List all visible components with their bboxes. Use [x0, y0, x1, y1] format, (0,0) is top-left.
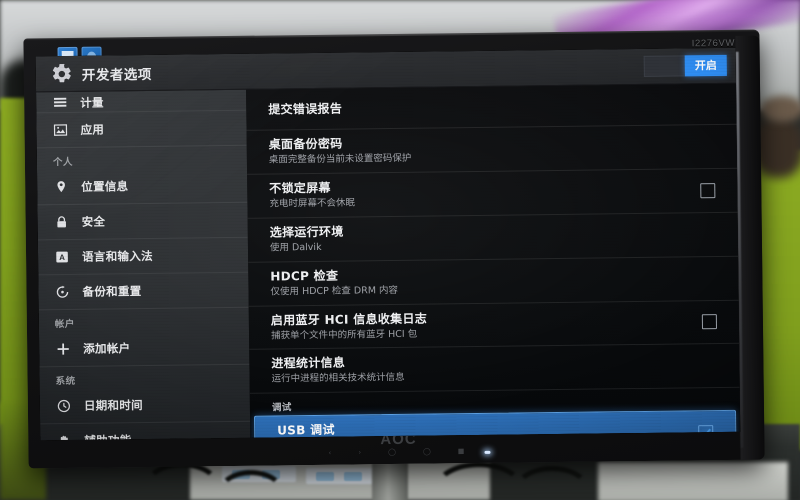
osd-button-menu[interactable]: ◯	[388, 448, 396, 456]
setting-row-process-stats[interactable]: 进程统计信息 运行中进程的相关技术统计信息	[249, 344, 740, 395]
monitor-osd-buttons[interactable]: ‹ › ◯ ◯ ■	[328, 447, 464, 457]
sidebar-item-label: 备份和重置	[82, 284, 142, 299]
row-subtitle: 充电时屏幕不会休眠	[269, 197, 356, 210]
row-control-none	[702, 140, 715, 153]
settings-app: 开发者选项 开启 计量 应用 个人 位置信息 安全 A 语言和输入法 备份和重置…	[35, 47, 741, 441]
row-subtitle: 桌面完整备份当前未设置密码保护	[268, 152, 412, 166]
osd-button-next[interactable]: ›	[358, 448, 361, 456]
monitor-screen: 开发者选项 开启 计量 应用 个人 位置信息 安全 A 语言和输入法 备份和重置…	[35, 47, 741, 441]
row-title: USB 调试	[277, 422, 335, 438]
row-subtitle: 仅使用 HDCP 检查 DRM 内容	[270, 284, 399, 298]
row-subtitle: 运行中进程的相关技术统计信息	[271, 372, 405, 385]
background-blur-object-right-2	[760, 96, 800, 122]
sidebar-item-label: 语言和输入法	[81, 248, 153, 264]
row-subtitle: 捕获单个文件中的所有蓝牙 HCI 包	[270, 328, 418, 342]
setting-row-hdcp-checking[interactable]: HDCP 检查 仅使用 HDCP 检查 DRM 内容	[248, 256, 739, 307]
developer-options-master-switch[interactable]: 开启	[643, 54, 727, 77]
lock-icon	[54, 214, 70, 230]
row-subtitle: 使用 Dalvik	[269, 241, 322, 254]
sidebar-item-label: 添加帐户	[83, 341, 131, 356]
photo-scene: I2276VWM AOC ‹ › ◯ ◯ ■ 开发者选项 开启 计量 应用 个人…	[0, 0, 800, 500]
sidebar-header-system: 系统	[55, 375, 76, 388]
accessibility-hand-icon	[56, 433, 72, 441]
switch-track	[643, 54, 685, 77]
row-control-none	[703, 272, 716, 285]
desk-white-panel-2	[598, 462, 788, 500]
osd-button-prev[interactable]: ‹	[328, 449, 331, 457]
power-socket-3	[316, 472, 334, 481]
plus-icon	[55, 341, 71, 357]
sidebar-item-label: 计量	[80, 95, 104, 110]
sidebar-item-label: 应用	[80, 122, 105, 137]
sidebar-item-label: 日期和时间	[83, 398, 143, 413]
location-pin-icon	[53, 179, 69, 195]
osd-button-power[interactable]: ■	[458, 447, 465, 455]
row-control-none	[704, 359, 717, 372]
sidebar-item-language-input[interactable]: A 语言和输入法	[37, 237, 249, 276]
apps-icon	[52, 122, 68, 138]
switch-label-on[interactable]: 开启	[684, 54, 727, 76]
row-control-none	[703, 228, 716, 241]
sidebar-item-apps[interactable]: 应用	[36, 110, 247, 149]
osd-button-input[interactable]: ◯	[423, 448, 431, 456]
sidebar-item-add-account[interactable]: 添加帐户	[38, 329, 250, 368]
setting-row-stay-awake[interactable]: 不锁定屏幕 充电时屏幕不会休眠	[247, 168, 738, 219]
monitor-body: I2276VWM AOC ‹ › ◯ ◯ ■ 开发者选项 开启 计量 应用 个人…	[23, 29, 765, 469]
backup-restore-icon	[54, 284, 70, 300]
sidebar-item-location[interactable]: 位置信息	[37, 167, 248, 206]
row-control-none	[701, 98, 714, 111]
setting-row-select-runtime[interactable]: 选择运行环境 使用 Dalvik	[247, 212, 739, 263]
settings-sidebar[interactable]: 计量 应用 个人 位置信息 安全 A 语言和输入法 备份和重置 帐户 添加帐户 …	[36, 89, 251, 441]
row-checkbox[interactable]	[698, 425, 714, 438]
svg-text:A: A	[59, 253, 65, 262]
sidebar-item-label: 辅助功能	[84, 432, 131, 440]
setting-row-desktop-backup-password[interactable]: 桌面备份密码 桌面完整备份当前未设置密码保护	[246, 124, 738, 175]
row-checkbox[interactable]	[701, 314, 718, 330]
sidebar-item-label: 位置信息	[81, 179, 129, 194]
monitor-stand	[372, 462, 408, 500]
power-led	[484, 450, 491, 454]
sidebar-item-backup-reset[interactable]: 备份和重置	[38, 272, 249, 311]
sidebar-header-accounts: 帐户	[54, 318, 75, 331]
sidebar-item-date-time[interactable]: 日期和时间	[39, 386, 251, 425]
sidebar-item-data-usage[interactable]: 计量	[36, 91, 247, 114]
sidebar-item-accessibility[interactable]: 辅助功能	[40, 421, 251, 441]
setting-row-bluetooth-hci-log[interactable]: 启用蓝牙 HCI 信息收集日志 捕获单个文件中的所有蓝牙 HCI 包	[248, 300, 740, 351]
power-socket-4	[344, 472, 362, 481]
sidebar-item-security[interactable]: 安全	[37, 202, 248, 241]
data-usage-icon	[52, 95, 68, 111]
setting-row-usb-debugging[interactable]: USB 调试 连接 USB 后启用调试模式	[254, 410, 737, 438]
gear-icon	[51, 62, 73, 84]
row-title: 提交错误报告	[268, 101, 343, 117]
page-title: 开发者选项	[81, 66, 152, 84]
row-checkbox[interactable]	[700, 182, 716, 199]
language-icon: A	[54, 249, 70, 265]
clock-icon	[56, 398, 72, 414]
developer-options-list[interactable]: 提交错误报告 桌面备份密码 桌面完整备份当前未设置密码保护 不锁定屏幕 充电时屏…	[246, 83, 741, 438]
sidebar-header-personal: 个人	[52, 156, 74, 169]
sidebar-item-label: 安全	[81, 214, 106, 229]
setting-row-bug-report[interactable]: 提交错误报告	[246, 83, 737, 131]
